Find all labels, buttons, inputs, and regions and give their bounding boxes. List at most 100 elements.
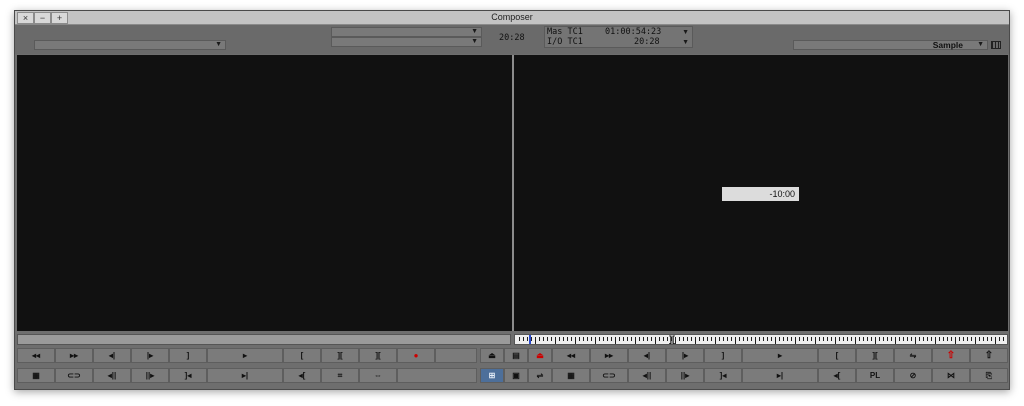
source-row1-button-7[interactable]: [ (283, 348, 321, 363)
source-row2-button-5[interactable]: ]◂ (169, 368, 207, 383)
center-menu-2[interactable]: ▼ (331, 37, 482, 47)
record-row1-button-5[interactable]: ] (704, 348, 742, 363)
timeline-tick (603, 337, 604, 341)
record-row2-button-10[interactable]: ⋈ (932, 368, 970, 383)
record-row1-button-11[interactable]: ⇧ (970, 348, 1008, 363)
source-row2-button-2[interactable]: ⊂⊃ (55, 368, 93, 383)
chevron-down-icon: ▼ (471, 38, 478, 45)
timeline-tick (739, 337, 740, 341)
chevron-down-icon: ▼ (682, 29, 689, 36)
timeline-tick (547, 337, 548, 341)
record-row1-button-4[interactable]: |▸ (666, 348, 704, 363)
center-row1-button-3[interactable]: ⏏ (528, 348, 552, 363)
timeline-tick (971, 337, 972, 341)
record-row2-button-9[interactable]: ⊘ (894, 368, 932, 383)
record-row2-button-2[interactable]: ⊂⊃ (590, 368, 628, 383)
timeline-tick (787, 337, 788, 341)
source-row1-button-10[interactable]: ● (397, 348, 435, 363)
timeline-tick (675, 337, 676, 344)
timeline-tick (671, 337, 672, 341)
record-row2-button-3[interactable]: ◂|| (628, 368, 666, 383)
timeline-tick (811, 337, 812, 341)
timeline-tick (819, 337, 820, 341)
center-row1-button-2[interactable]: ▤ (504, 348, 528, 363)
sequence-menu[interactable]: Sample ▼ (793, 40, 988, 50)
timeline-tick (911, 337, 912, 341)
record-row1-button-9[interactable]: ⇋ (894, 348, 932, 363)
record-row1-button-7[interactable]: [ (818, 348, 856, 363)
source-row2-button-3[interactable]: ◂|| (93, 368, 131, 383)
record-row2-button-6[interactable]: ▸| (742, 368, 818, 383)
timeline-tick (775, 337, 776, 344)
timeline-tick (523, 337, 524, 341)
center-row2-button-1[interactable]: ⊞ (480, 368, 504, 383)
record-row2-button-1[interactable]: ▦ (552, 368, 590, 383)
record-row2-button-8[interactable]: PL (856, 368, 894, 383)
record-monitor[interactable]: -10:00 (514, 55, 1008, 331)
timeline-tick (815, 337, 816, 344)
titlebar: × − + Composer (15, 11, 1009, 25)
source-row1-button-1[interactable]: ◂◂ (17, 348, 55, 363)
timeline-tick (703, 337, 704, 341)
timeline-tick (595, 337, 596, 344)
record-row2-button-7[interactable]: ◂[ (818, 368, 856, 383)
record-row1-button-1[interactable]: ◂◂ (552, 348, 590, 363)
source-row1-button-11[interactable] (435, 348, 477, 363)
timeline-tick (891, 337, 892, 341)
timeline-tick (627, 337, 628, 341)
source-row1-button-4[interactable]: |▸ (131, 348, 169, 363)
record-row1-button-10[interactable]: ⇧ (932, 348, 970, 363)
timeline-tick (823, 337, 824, 341)
timeline-tick (715, 337, 716, 344)
source-row1-button-3[interactable]: ◂| (93, 348, 131, 363)
timeline-tick (959, 337, 960, 341)
source-monitor[interactable] (17, 55, 512, 331)
timeline-tick (831, 337, 832, 341)
record-row2-button-5[interactable]: ]◂ (704, 368, 742, 383)
source-row1-button-6[interactable]: ▸ (207, 348, 283, 363)
grid-icon[interactable] (991, 41, 1001, 49)
record-timeline-bar[interactable]: ][ (514, 334, 1008, 345)
record-row2-button-11[interactable]: ⎘ (970, 368, 1008, 383)
timeline-tick (859, 337, 860, 341)
timeline-tick (799, 337, 800, 341)
record-row1-button-2[interactable]: ▸▸ (590, 348, 628, 363)
timeline-tick (955, 337, 956, 344)
record-row1-button-6[interactable]: ▸ (742, 348, 818, 363)
source-row1-button-5[interactable]: ] (169, 348, 207, 363)
composer-window: × − + Composer ▼ ▼ ▼ 20:28 Mas TC1 01:00… (14, 10, 1010, 390)
timeline-tick (663, 337, 664, 341)
timeline-tick (795, 337, 796, 344)
record-row1-button-3[interactable]: ◂| (628, 348, 666, 363)
source-row2-button-4[interactable]: ||▸ (131, 368, 169, 383)
timeline-tick (983, 337, 984, 341)
timeline-tick (747, 337, 748, 341)
source-row2-button-10[interactable] (397, 368, 477, 383)
source-row2-button-9[interactable]: ⇔ (359, 368, 397, 383)
source-row1-button-8[interactable]: ][ (321, 348, 359, 363)
timeline-tick (655, 337, 656, 344)
record-timecode-display[interactable]: Mas TC1 01:00:54:23 I/O TC1 20:28 ▼ ▼ (544, 26, 693, 48)
source-position-bar[interactable] (17, 334, 511, 345)
timeline-tick (679, 337, 680, 341)
timeline-tick (875, 337, 876, 344)
source-row1-button-2[interactable]: ▸▸ (55, 348, 93, 363)
tc-row2-label: I/O TC1 (547, 37, 583, 47)
timeline-tick (539, 337, 540, 341)
source-row2-button-8[interactable]: ⌗ (321, 368, 359, 383)
timeline-tick (903, 337, 904, 341)
source-clip-menu[interactable]: ▼ (34, 40, 226, 50)
record-row2-button-4[interactable]: ||▸ (666, 368, 704, 383)
source-row2-button-1[interactable]: ▦ (17, 368, 55, 383)
center-row2-button-2[interactable]: ▣ (504, 368, 528, 383)
center-menu-1[interactable]: ▼ (331, 27, 482, 37)
source-row2-button-6[interactable]: ▸| (207, 368, 283, 383)
center-row2-button-3[interactable]: ⇌ (528, 368, 552, 383)
source-row2-button-7[interactable]: ◂[ (283, 368, 321, 383)
timeline-tick (711, 337, 712, 341)
record-row1-button-8[interactable]: ][ (856, 348, 894, 363)
timeline-tick (951, 337, 952, 341)
source-row1-button-9[interactable]: ][ (359, 348, 397, 363)
window-title: Composer (491, 12, 533, 22)
center-row1-button-1[interactable]: ⏏ (480, 348, 504, 363)
